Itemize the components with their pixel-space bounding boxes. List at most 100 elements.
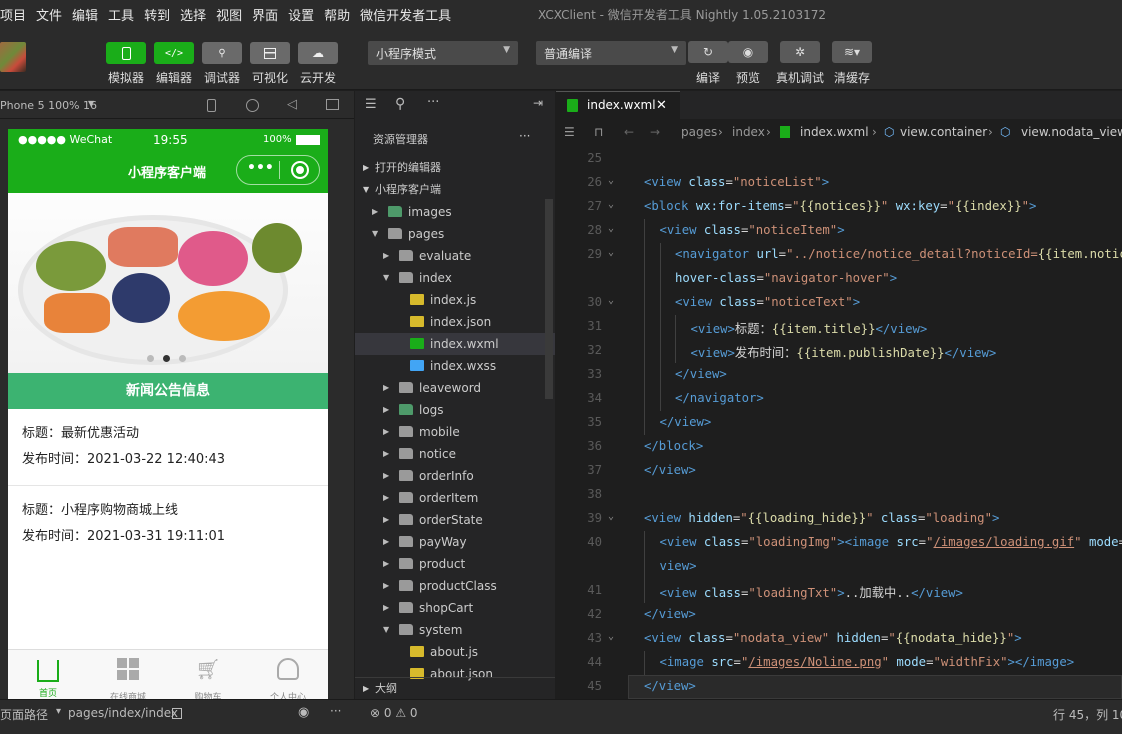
back-arrow-icon[interactable]: ←	[624, 119, 634, 145]
close-icon[interactable]: ✕	[656, 92, 667, 119]
tree-item-index-wxml[interactable]: index.wxml	[355, 333, 555, 355]
close-miniprogram-icon[interactable]	[291, 161, 309, 179]
code-token: <view	[644, 175, 689, 189]
tab-shop[interactable]: 在线商城	[88, 650, 168, 699]
page-path-value[interactable]: pages/index/index	[68, 706, 178, 720]
breadcrumb-item[interactable]: view.container	[900, 119, 987, 145]
menu-lines-icon[interactable]: ☰	[564, 119, 575, 145]
cloud-dev-button[interactable]: ☁	[298, 42, 338, 64]
tree-item-shopcart[interactable]: ▶ shopCart	[355, 597, 555, 619]
tree-item-logs[interactable]: ▶ logs	[355, 399, 555, 421]
swiper-dot[interactable]	[147, 355, 154, 362]
tree-item-index-wxss[interactable]: index.wxss	[355, 355, 555, 377]
fold-chevron-icon[interactable]: ⌄	[608, 199, 614, 210]
tree-item-leaveword[interactable]: ▶ leaveword	[355, 377, 555, 399]
breadcrumb-item[interactable]: index.wxml	[800, 119, 869, 145]
list-icon[interactable]: ☰	[365, 97, 377, 112]
tree-item-index[interactable]: ▼ index	[355, 267, 555, 289]
fold-chevron-icon[interactable]: ⌄	[608, 295, 614, 306]
fold-chevron-icon[interactable]: ⌄	[608, 223, 614, 234]
tab-index-wxml[interactable]: index.wxml ✕	[556, 91, 680, 119]
mode-select[interactable]: 小程序模式 ▼	[368, 41, 518, 65]
menu-item[interactable]: 项目	[0, 5, 32, 24]
page-path-label[interactable]: 页面路径	[0, 706, 48, 723]
notice-list-item[interactable]: 标题：最新优惠活动 发布时间：2021-03-22 12:40:43	[8, 409, 328, 486]
tree-item-orderinfo[interactable]: ▶ orderInfo	[355, 465, 555, 487]
preview-button[interactable]: ◉	[728, 41, 768, 63]
split-icon[interactable]: ⇥	[533, 96, 543, 110]
more-dots-icon[interactable]: •••	[247, 160, 274, 176]
problems-count[interactable]: ⊗ 0 ⚠ 0	[370, 706, 418, 720]
open-editors-section[interactable]: ▶ 打开的编辑器	[355, 157, 555, 179]
tree-item-index-js[interactable]: index.js	[355, 289, 555, 311]
volume-icon[interactable]: ◁	[287, 97, 297, 112]
fold-chevron-icon[interactable]: ⌄	[608, 631, 614, 642]
fold-chevron-icon[interactable]: ⌄	[608, 511, 614, 522]
tree-item-about-js[interactable]: about.js	[355, 641, 555, 663]
breadcrumb-item[interactable]: view.nodata_view	[1021, 119, 1122, 145]
tab-home[interactable]: 首页	[8, 650, 88, 699]
menu-item[interactable]: 设置	[284, 5, 320, 24]
chevron-down-icon[interactable]: ▼	[88, 99, 94, 108]
tree-item-system[interactable]: ▼ system	[355, 619, 555, 641]
more-icon[interactable]: ···	[427, 95, 439, 110]
popout-icon[interactable]	[326, 99, 339, 110]
swiper-dot-active[interactable]	[163, 355, 170, 362]
menu-item[interactable]: 选择	[176, 5, 212, 24]
swiper-dot[interactable]	[179, 355, 186, 362]
notice-list-item[interactable]: 标题：小程序购物商城上线 发布时间：2021-03-31 19:11:01	[8, 486, 328, 562]
tree-item-pages[interactable]: ▼ pages	[355, 223, 555, 245]
clear-cache-button[interactable]: ≋▾	[832, 41, 872, 63]
tree-item-notice[interactable]: ▶ notice	[355, 443, 555, 465]
menu-item[interactable]: 文件	[32, 5, 68, 24]
eye-icon[interactable]: ◉	[298, 705, 309, 720]
device-select[interactable]: Phone 5 100% 16	[0, 99, 97, 112]
menu-item[interactable]: 转到	[140, 5, 176, 24]
tree-item-evaluate[interactable]: ▶ evaluate	[355, 245, 555, 267]
project-section[interactable]: ▼ 小程序客户端	[355, 179, 555, 201]
menu-item[interactable]: 视图	[212, 5, 248, 24]
menu-item[interactable]: 界面	[248, 5, 284, 24]
menu-item[interactable]: 编辑	[68, 5, 104, 24]
breadcrumb-item[interactable]: pages	[681, 119, 717, 145]
compile-select[interactable]: 普通编译 ▼	[536, 41, 686, 65]
menu-item[interactable]: 微信开发者工具	[356, 5, 457, 24]
tree-item-index-json[interactable]: index.json	[355, 311, 555, 333]
bookmark-icon[interactable]: ⊓	[594, 119, 603, 145]
tree-item-orderstate[interactable]: ▶ orderState	[355, 509, 555, 531]
tree-item-payway[interactable]: ▶ payWay	[355, 531, 555, 553]
fold-chevron-icon[interactable]: ⌄	[608, 247, 614, 258]
more-icon[interactable]: ···	[519, 129, 530, 143]
record-icon[interactable]	[246, 99, 259, 112]
debugger-toggle-button[interactable]: ⚲	[202, 42, 242, 64]
outline-section[interactable]: ▶ 大纲	[355, 677, 555, 699]
code-editor[interactable]: 25 26 ⌄ <view class="noticeList"> 27 ⌄ <block …	[556, 145, 1122, 699]
copy-icon[interactable]	[172, 708, 182, 719]
tree-item-mobile[interactable]: ▶ mobile	[355, 421, 555, 443]
tab-cart[interactable]: 🛒︎ 购物车	[168, 650, 248, 699]
visual-toggle-button[interactable]	[250, 42, 290, 64]
cursor-position[interactable]: 行 45，列 10	[1053, 706, 1122, 723]
editor-toggle-button[interactable]: </>	[154, 42, 194, 64]
compile-button[interactable]: ↻	[688, 41, 728, 63]
tree-item-product[interactable]: ▶ product	[355, 553, 555, 575]
tree-item-productclass[interactable]: ▶ productClass	[355, 575, 555, 597]
fold-chevron-icon[interactable]: ⌄	[608, 175, 614, 186]
tab-profile[interactable]: 个人中心	[248, 650, 328, 699]
scrollbar-thumb[interactable]	[545, 199, 553, 399]
phone-icon[interactable]	[207, 99, 216, 112]
more-icon[interactable]: ···	[330, 704, 341, 718]
simulator-toggle-button[interactable]	[106, 42, 146, 64]
breadcrumb-item[interactable]: index	[732, 119, 765, 145]
forward-arrow-icon[interactable]: →	[650, 119, 660, 145]
capsule-menu[interactable]: •••	[236, 155, 320, 185]
code-token: ="widthFix"></image></	[1119, 535, 1122, 549]
banner-swiper[interactable]	[8, 193, 328, 373]
tree-item-orderitem[interactable]: ▶ orderItem	[355, 487, 555, 509]
project-avatar[interactable]	[0, 42, 26, 72]
menu-item[interactable]: 工具	[104, 5, 140, 24]
menu-item[interactable]: 帮助	[320, 5, 356, 24]
remote-debug-button[interactable]: ✲	[780, 41, 820, 63]
tree-item-images[interactable]: ▶ images	[355, 201, 555, 223]
search-icon[interactable]: ⚲	[395, 96, 405, 112]
